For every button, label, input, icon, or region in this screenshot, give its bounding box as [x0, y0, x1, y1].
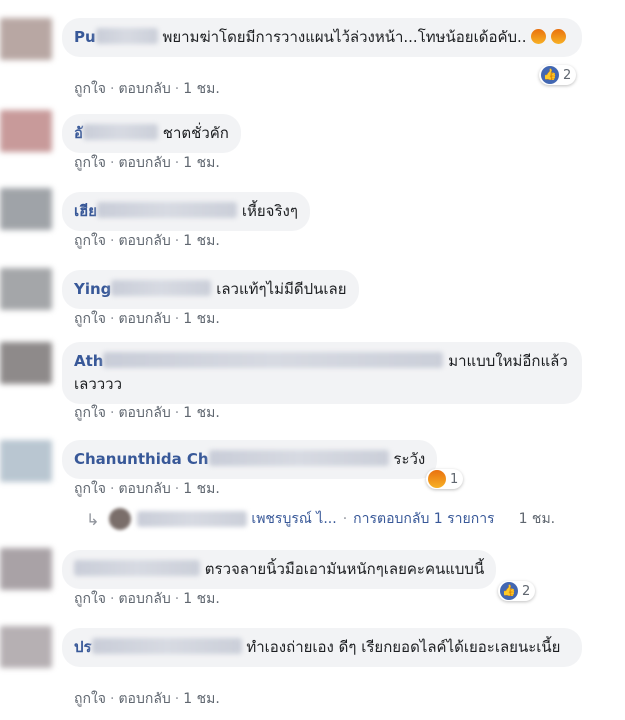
like-icon: 👍 — [541, 66, 559, 84]
comment-time[interactable]: 1 ชม. — [183, 405, 220, 421]
comment-author[interactable]: Ying — [74, 280, 212, 298]
comment-bubble: เฮีย เหี้ยจริงๆ — [62, 192, 310, 231]
comment-author[interactable]: Chanunthida Ch — [74, 450, 389, 468]
reply-link[interactable]: ตอบกลับ — [118, 81, 170, 97]
avatar[interactable] — [0, 188, 52, 230]
like-link[interactable]: ถูกใจ — [74, 81, 106, 97]
comment-text: เหี้ยจริงๆ — [241, 202, 298, 220]
comment-item: Ying เลวแท้ๆไม่มีดีปนเลย ถูกใจ · ตอบกลับ · 1… — [62, 270, 359, 327]
comment-item: Ath มาแบบใหม่อีกแล้ว เลวววว ถูกใจ · ตอบกลั… — [62, 342, 582, 421]
comment-actions: ถูกใจ · ตอบกลับ · 1 ชม. — [74, 311, 220, 327]
comment-bubble: อั ชาตชั่วคัก — [62, 114, 241, 153]
avatar[interactable] — [0, 342, 52, 384]
like-link[interactable]: ถูกใจ — [74, 233, 106, 249]
reply-avatar[interactable] — [109, 508, 132, 530]
comment-author[interactable]: Ath — [74, 352, 444, 370]
reaction-badge[interactable]: 👍 2 — [539, 65, 577, 85]
comment-item: Chanunthida Ch ระวัง 1 ถูกใจ · ตอบกลับ · 1 ช… — [62, 440, 464, 497]
comment-bubble: ตรวจลายนิ้วมือเอามันหนักๆเลยคะคนแบบนี้ — [62, 550, 497, 589]
angry-emoji-icon — [531, 28, 567, 46]
reaction-count: 1 — [450, 471, 459, 487]
like-link[interactable]: ถูกใจ — [74, 481, 106, 497]
comment-author[interactable]: ปร — [74, 638, 242, 656]
comment-bubble: Ying เลวแท้ๆไม่มีดีปนเลย — [62, 270, 359, 309]
comment-bubble: Ath มาแบบใหม่อีกแล้ว เลวววว — [62, 342, 582, 404]
reply-time[interactable]: 1 ชม. — [519, 508, 556, 530]
comment-item: ปร ทำเองถ่ายเอง ดีๆ เรียกยอดไลค์ได้เยอะเ… — [62, 628, 582, 707]
avatar[interactable] — [0, 268, 52, 310]
comment-time[interactable]: 1 ชม. — [183, 691, 220, 707]
comment-actions: ถูกใจ · ตอบกลับ · 1 ชม. — [74, 481, 220, 497]
comment-time[interactable]: 1 ชม. — [183, 311, 220, 327]
angry-icon — [428, 470, 446, 488]
comment-text: ทำเองถ่ายเอง ดีๆ เรียกยอดไลค์ได้เยอะเลยน… — [246, 638, 561, 656]
like-link[interactable]: ถูกใจ — [74, 405, 106, 421]
like-link[interactable]: ถูกใจ — [74, 591, 106, 607]
like-link[interactable]: ถูกใจ — [74, 155, 106, 171]
avatar[interactable] — [0, 548, 52, 590]
comment-actions: ถูกใจ · ตอบกลับ · 1 ชม. — [74, 591, 220, 607]
avatar[interactable] — [0, 440, 52, 482]
reply-link[interactable]: ตอบกลับ — [118, 691, 170, 707]
reaction-count: 2 — [563, 67, 572, 83]
comment-text: ตรวจลายนิ้วมือเอามันหนักๆเลยคะคนแบบนี้ — [204, 560, 485, 578]
comment-author[interactable] — [74, 560, 200, 578]
avatar[interactable] — [0, 18, 52, 60]
comment-bubble: ปร ทำเองถ่ายเอง ดีๆ เรียกยอดไลค์ได้เยอะเ… — [62, 628, 582, 667]
reply-author-name[interactable] — [137, 511, 248, 527]
comment-actions: ถูกใจ · ตอบกลับ · 1 ชม. — [74, 81, 220, 97]
reply-author[interactable]: เพชรบูรณ์ ไ... — [251, 508, 336, 530]
reaction-count: 2 — [522, 583, 531, 599]
reply-link[interactable]: ตอบกลับ — [118, 405, 170, 421]
reaction-badge[interactable]: 👍 2 — [498, 581, 536, 601]
reply-link[interactable]: ตอบกลับ — [118, 591, 170, 607]
comment-actions: ถูกใจ · ตอบกลับ · 1 ชม. — [74, 405, 220, 421]
like-link[interactable]: ถูกใจ — [74, 311, 106, 327]
comment-text: ระวัง — [393, 450, 426, 468]
reply-arrow-icon: ↳ — [86, 509, 100, 529]
comment-time[interactable]: 1 ชม. — [183, 481, 220, 497]
like-link[interactable]: ถูกใจ — [74, 691, 106, 707]
comment-actions: ถูกใจ · ตอบกลับ · 1 ชม. — [74, 155, 220, 171]
comment-text: ชาตชั่วคัก — [162, 124, 229, 142]
comment-time[interactable]: 1 ชม. — [183, 155, 220, 171]
reply-link[interactable]: ตอบกลับ — [118, 481, 170, 497]
comment-bubble: Chanunthida Ch ระวัง — [62, 440, 438, 479]
reaction-badge[interactable]: 1 — [426, 469, 464, 489]
reply-link[interactable]: ตอบกลับ — [118, 155, 170, 171]
reply-thread-row[interactable]: ↳ เพชรบูรณ์ ไ... · การตอบกลับ 1 รายการ 1… — [86, 508, 555, 530]
comment-author[interactable]: Pu — [74, 28, 158, 46]
comment-bubble: Pu พยามฆ่าโดยมีการวางแผนไว้ล่วงหน้า...โท… — [62, 18, 582, 57]
comment-author[interactable]: เฮีย — [74, 202, 238, 220]
like-icon: 👍 — [500, 582, 518, 600]
comment-item: Pu พยามฆ่าโดยมีการวางแผนไว้ล่วงหน้า...โท… — [62, 18, 582, 97]
comment-text: เลวแท้ๆไม่มีดีปนเลย — [216, 280, 347, 298]
reply-summary[interactable]: การตอบกลับ 1 รายการ — [353, 508, 494, 530]
comment-actions: ถูกใจ · ตอบกลับ · 1 ชม. — [74, 233, 220, 249]
comment-text: พยามฆ่าโดยมีการวางแผนไว้ล่วงหน้า...โทษน้… — [162, 28, 527, 46]
comment-author[interactable]: อั — [74, 124, 159, 142]
comment-item: ตรวจลายนิ้วมือเอามันหนักๆเลยคะคนแบบนี้ 👍… — [62, 550, 536, 607]
reply-link[interactable]: ตอบกลับ — [118, 311, 170, 327]
comment-item: เฮีย เหี้ยจริงๆ ถูกใจ · ตอบกลับ · 1 ชม. — [62, 192, 310, 249]
comment-time[interactable]: 1 ชม. — [183, 233, 220, 249]
comment-time[interactable]: 1 ชม. — [183, 81, 220, 97]
comment-time[interactable]: 1 ชม. — [183, 591, 220, 607]
reply-link[interactable]: ตอบกลับ — [118, 233, 170, 249]
avatar[interactable] — [0, 626, 52, 668]
comment-actions: ถูกใจ · ตอบกลับ · 1 ชม. — [74, 691, 220, 707]
comment-item: อั ชาตชั่วคัก ถูกใจ · ตอบกลับ · 1 ชม. — [62, 114, 241, 171]
avatar[interactable] — [0, 110, 52, 152]
